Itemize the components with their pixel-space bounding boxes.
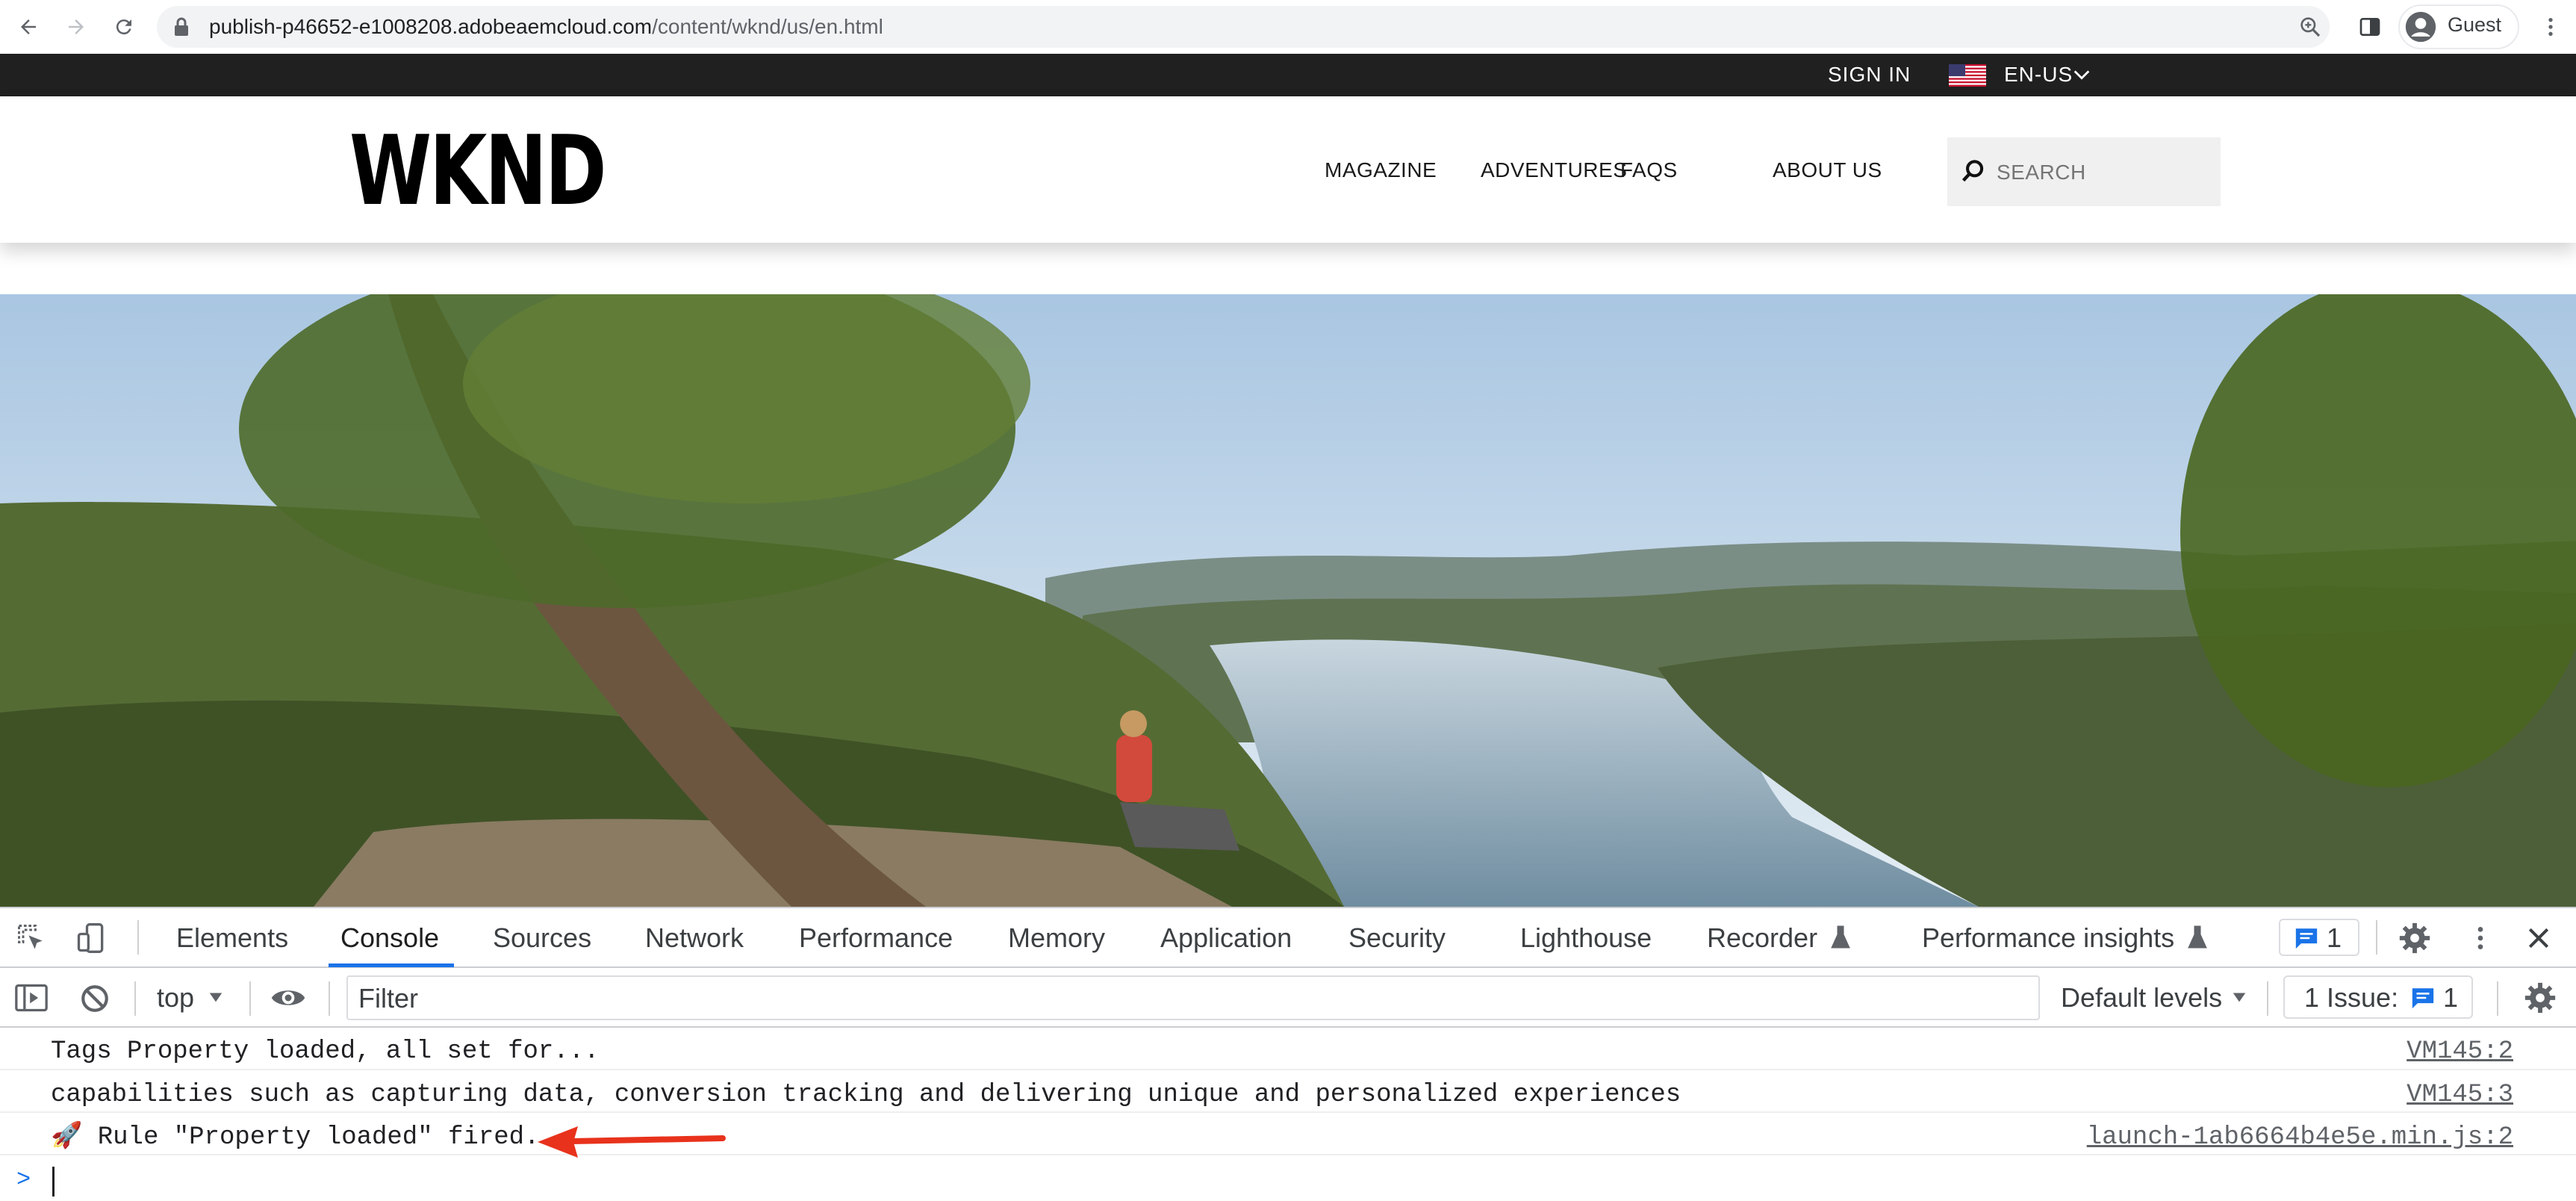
tab-application[interactable]: Application xyxy=(1160,922,1292,955)
console-message-text: capabilities such as capturing data, con… xyxy=(51,1081,1681,1109)
side-panel-icon[interactable] xyxy=(2358,15,2382,39)
tab-memory[interactable]: Memory xyxy=(1008,922,1105,955)
console-message-text: Tags Property loaded, all set for... xyxy=(51,1037,600,1066)
nav-magazine[interactable]: MAGAZINE xyxy=(1325,157,1437,184)
us-flag-icon xyxy=(1949,64,1986,87)
url-host: publish-p46652-e1008208.adobeaemcloud.co… xyxy=(209,15,653,38)
filter-input[interactable] xyxy=(357,983,2003,1014)
hero-image xyxy=(0,294,2576,907)
active-tab-indicator xyxy=(329,963,454,967)
zoom-icon[interactable] xyxy=(2298,15,2322,39)
tab-security[interactable]: Security xyxy=(1348,922,1446,955)
dropdown-arrow-icon[interactable] xyxy=(208,989,224,1005)
inspect-element-icon[interactable] xyxy=(15,922,48,955)
forward-button[interactable] xyxy=(60,10,93,43)
chevron-down-icon[interactable] xyxy=(2071,64,2092,85)
reload-button[interactable] xyxy=(108,10,140,43)
utility-bar xyxy=(0,54,2576,96)
toolbar-divider xyxy=(329,981,330,1016)
toolbar-divider xyxy=(2376,920,2377,955)
console-source-link[interactable]: VM145:2 xyxy=(2407,1035,2513,1068)
toolbar-divider xyxy=(249,981,251,1016)
device-toolbar-icon[interactable] xyxy=(75,922,108,955)
arrow-right-icon xyxy=(69,19,84,34)
back-button[interactable] xyxy=(12,10,45,43)
sign-in-link[interactable]: SIGN IN xyxy=(1828,61,1911,88)
toolbar-divider xyxy=(2497,981,2498,1016)
lock-icon xyxy=(175,17,188,36)
annotation-arrow xyxy=(538,1126,726,1158)
tab-recorder[interactable]: Recorder xyxy=(1707,922,1817,955)
arrow-left-icon xyxy=(21,19,36,34)
sidebar-toggle-icon[interactable] xyxy=(13,981,49,1014)
nav-about-us[interactable]: ABOUT US xyxy=(1773,157,1882,184)
site-logo[interactable]: WKND xyxy=(349,120,607,224)
context-selector[interactable]: top xyxy=(157,981,194,1014)
console-message-text: 🚀 Rule "Property loaded" fired. xyxy=(51,1123,540,1152)
dropdown-arrow-icon[interactable] xyxy=(2231,989,2247,1005)
toolbar-divider xyxy=(2267,981,2268,1016)
issues-counter-button[interactable] xyxy=(2279,919,2359,956)
console-settings-icon[interactable] xyxy=(2524,981,2557,1014)
toolbar-divider xyxy=(134,981,136,1016)
nav-adventures[interactable]: ADVENTURES xyxy=(1481,157,1627,184)
tab-console[interactable]: Console xyxy=(340,922,439,955)
flask-icon xyxy=(1831,925,1850,949)
console-source-link[interactable]: VM145:3 xyxy=(2407,1079,2513,1111)
url-text[interactable]: publish-p46652-e1008208.adobeaemcloud.co… xyxy=(209,12,883,42)
message-icon xyxy=(2412,988,2434,1009)
kebab-menu-icon[interactable] xyxy=(2465,922,2495,955)
toolbar-divider xyxy=(137,920,139,955)
tab-sources[interactable]: Sources xyxy=(493,922,591,955)
search-input[interactable] xyxy=(1995,158,2215,187)
locale-selector[interactable]: EN-US xyxy=(2004,61,2073,88)
settings-gear-icon[interactable] xyxy=(2398,922,2431,955)
close-icon[interactable] xyxy=(2524,923,2554,953)
log-levels-dropdown[interactable]: Default levels xyxy=(2061,981,2222,1014)
console-prompt: > xyxy=(16,1166,31,1194)
console-input-caret[interactable] xyxy=(52,1167,55,1197)
avatar-icon xyxy=(2405,11,2436,43)
nav-faqs[interactable]: FAQS xyxy=(1620,157,1678,184)
search-icon xyxy=(1961,160,1984,182)
tab-network[interactable]: Network xyxy=(645,922,744,955)
tab-elements[interactable]: Elements xyxy=(176,922,288,955)
tab-performance-insights[interactable]: Performance insights xyxy=(1922,922,2174,955)
clear-console-icon[interactable] xyxy=(79,983,111,1014)
profile-label: Guest xyxy=(2448,13,2502,36)
message-icon xyxy=(2295,928,2318,949)
reload-icon xyxy=(116,19,131,35)
issues-count: 1 xyxy=(2443,982,2459,1013)
tab-performance[interactable]: Performance xyxy=(799,922,953,955)
issues-label: 1 Issue: xyxy=(2304,982,2399,1013)
eye-icon[interactable] xyxy=(269,983,308,1013)
flask-icon xyxy=(2188,925,2207,949)
issues-counter: 1 xyxy=(2327,922,2342,953)
kebab-menu-icon[interactable] xyxy=(2539,15,2563,39)
url-path: /content/wknd/us/en.html xyxy=(652,15,883,38)
tab-lighthouse[interactable]: Lighthouse xyxy=(1520,922,1652,955)
console-source-link[interactable]: launch-1ab6664b4e5e.min.js:2 xyxy=(2087,1121,2513,1154)
